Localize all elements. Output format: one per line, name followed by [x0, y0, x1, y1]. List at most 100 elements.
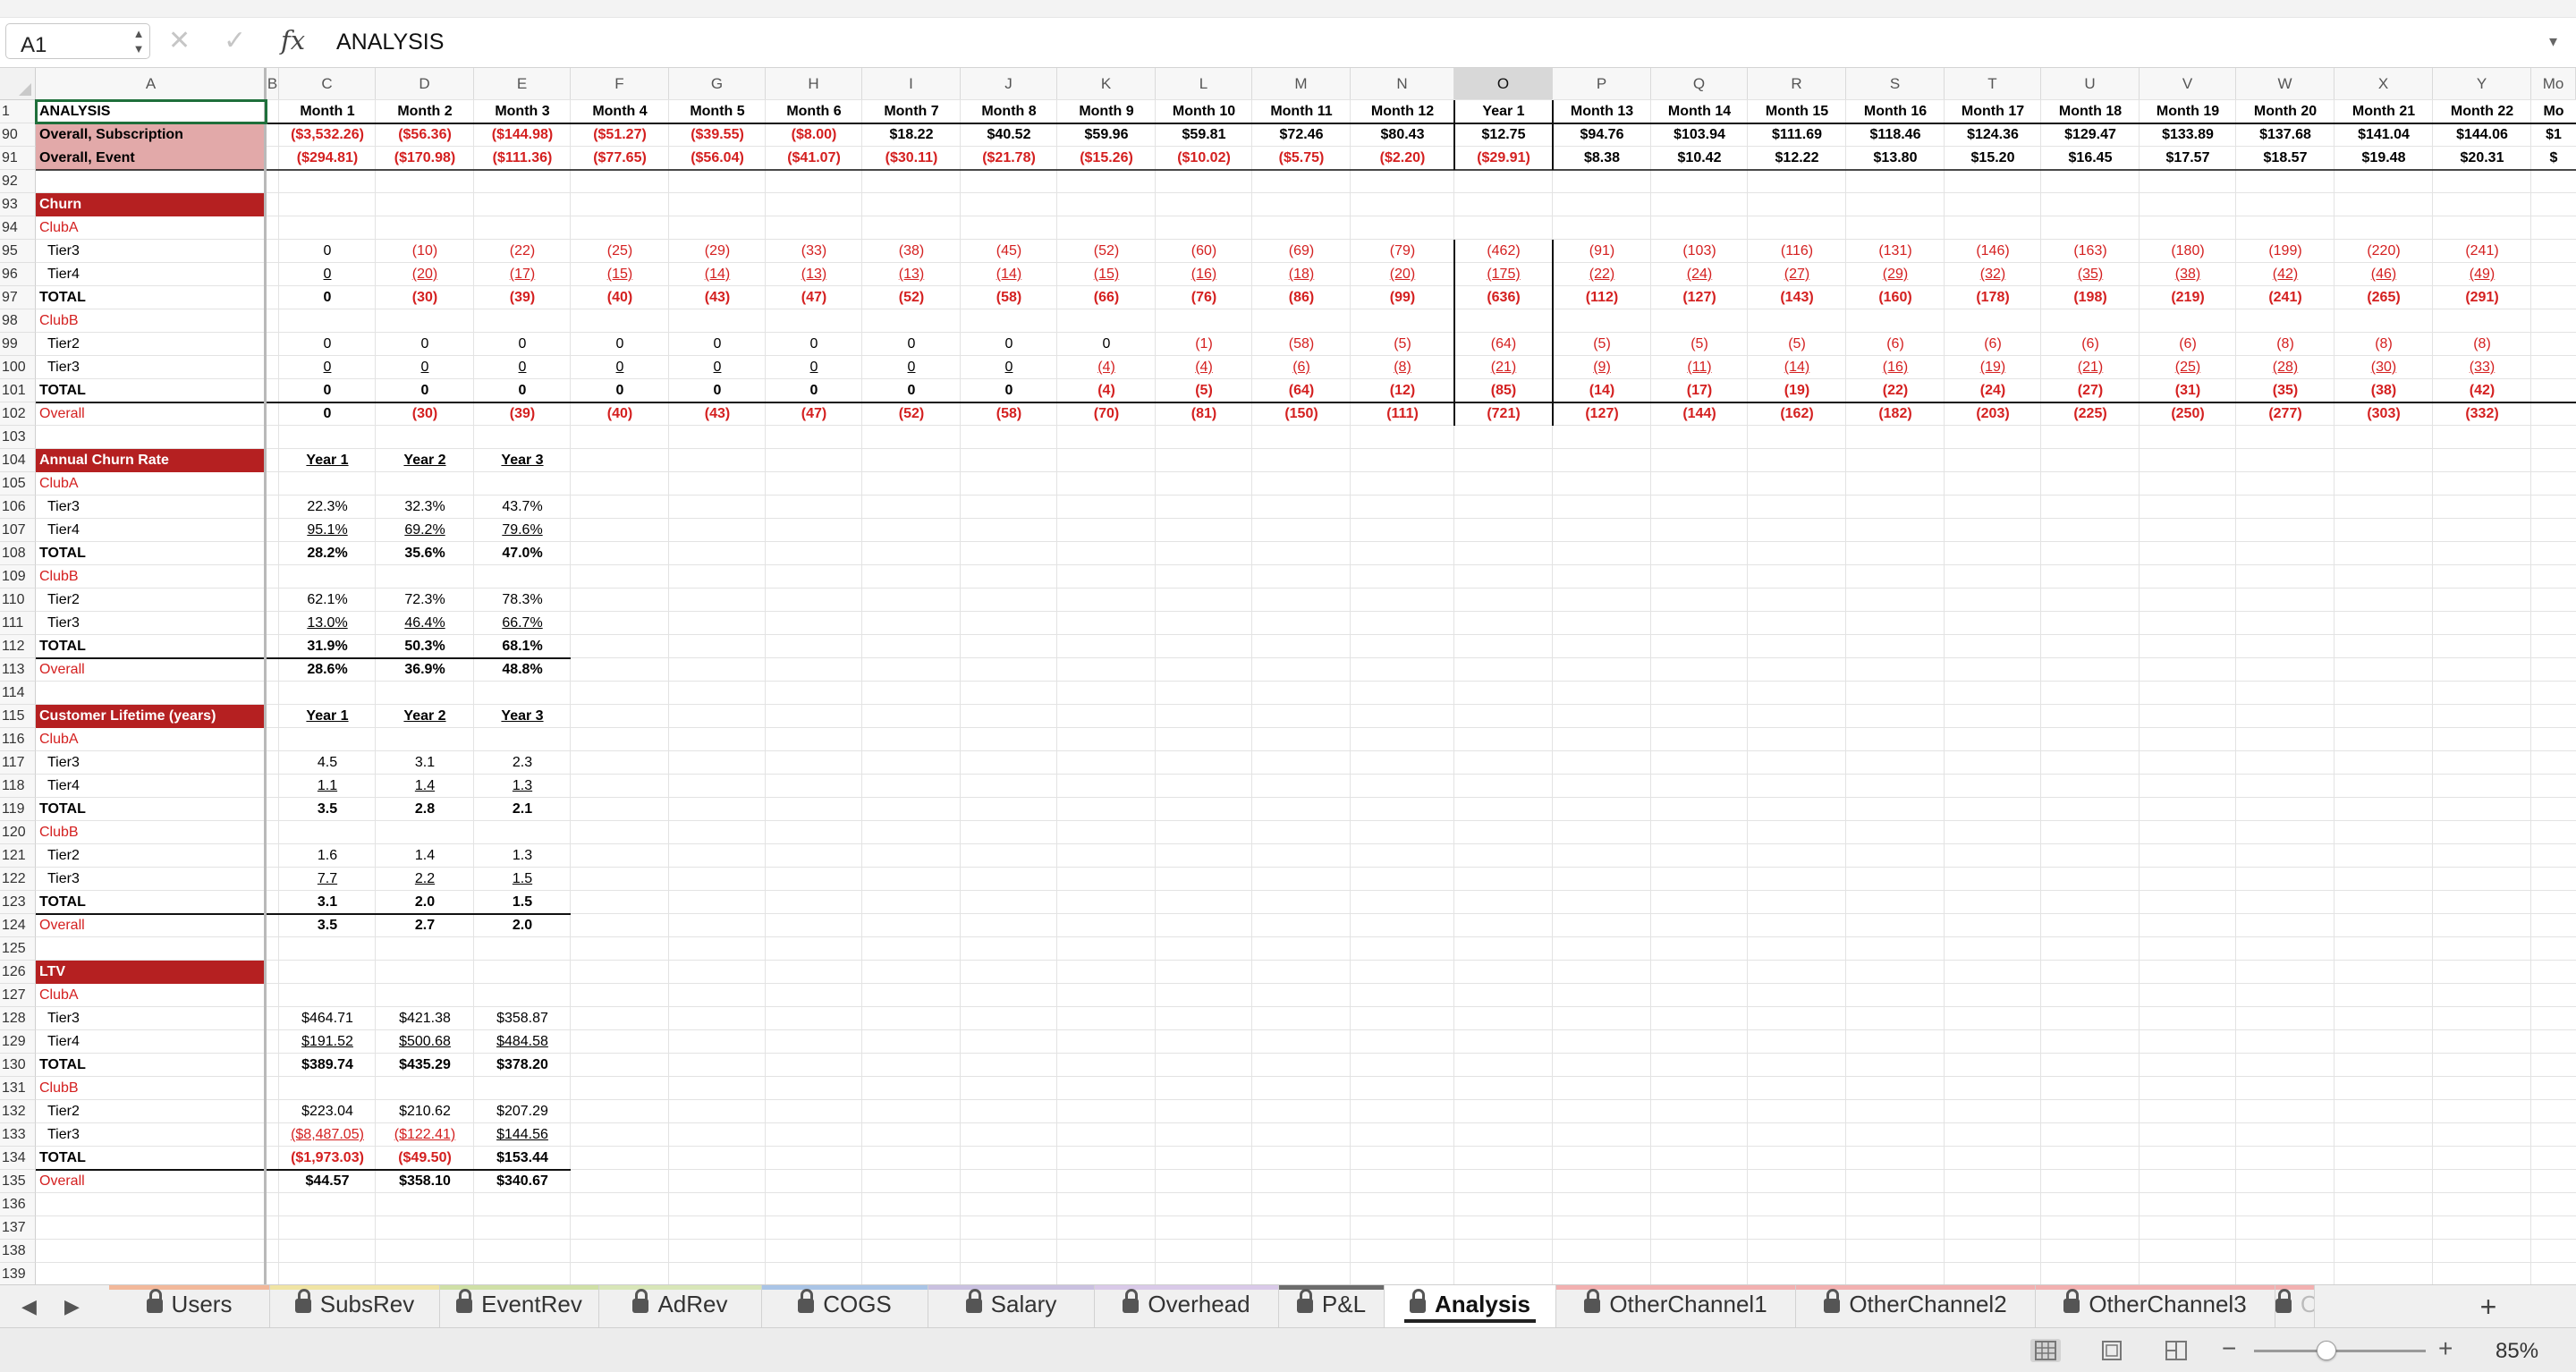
row-label-cell[interactable]: Tier2: [36, 844, 264, 868]
data-cell[interactable]: Month 7: [862, 100, 961, 123]
sheet-tab-users[interactable]: Users: [109, 1285, 270, 1328]
data-cell[interactable]: (79): [1351, 240, 1454, 263]
data-cell[interactable]: 0: [669, 356, 766, 379]
row-label-cell[interactable]: [36, 1263, 264, 1286]
data-cell[interactable]: (220): [2334, 240, 2433, 263]
data-cell[interactable]: Month 13: [1553, 100, 1651, 123]
data-cell[interactable]: (19): [1945, 356, 2041, 379]
row-header[interactable]: 90: [0, 123, 36, 147]
data-cell[interactable]: $103.94: [1651, 123, 1748, 147]
data-cell[interactable]: $8.38: [1553, 147, 1651, 170]
row-header[interactable]: 100: [0, 356, 36, 379]
row-label-cell[interactable]: ClubB: [36, 565, 264, 589]
data-cell[interactable]: $223.04: [279, 1100, 376, 1123]
data-cell[interactable]: 3.1: [376, 751, 474, 775]
row-label-cell[interactable]: ANALYSIS: [36, 100, 264, 123]
data-cell[interactable]: (29): [669, 240, 766, 263]
row-header[interactable]: 108: [0, 542, 36, 565]
row-label-cell[interactable]: TOTAL: [36, 891, 264, 914]
data-cell[interactable]: (86): [1252, 286, 1351, 309]
row-label-cell[interactable]: ClubA: [36, 728, 264, 751]
data-cell[interactable]: (22): [1846, 379, 1945, 402]
data-cell[interactable]: $12.22: [1748, 147, 1846, 170]
data-cell[interactable]: $72.46: [1252, 123, 1351, 147]
row-header[interactable]: 95: [0, 240, 36, 263]
data-cell[interactable]: 0: [474, 333, 571, 356]
data-cell[interactable]: 1.3: [474, 775, 571, 798]
data-cell[interactable]: (32): [1945, 263, 2041, 286]
row-label-cell[interactable]: TOTAL: [36, 798, 264, 821]
data-cell[interactable]: (24): [1651, 263, 1748, 286]
data-cell[interactable]: $17.57: [2140, 147, 2236, 170]
row-header[interactable]: 125: [0, 937, 36, 961]
data-cell[interactable]: (49): [2433, 263, 2531, 286]
data-cell[interactable]: (52): [862, 286, 961, 309]
data-cell[interactable]: $12.75: [1454, 123, 1553, 147]
data-cell[interactable]: 0: [571, 333, 669, 356]
data-cell[interactable]: (27): [1748, 263, 1846, 286]
data-cell[interactable]: (45): [961, 240, 1057, 263]
data-cell[interactable]: 47.0%: [474, 542, 571, 565]
data-cell[interactable]: 62.1%: [279, 589, 376, 612]
data-cell[interactable]: 72.3%: [376, 589, 474, 612]
row-label-cell[interactable]: LTV: [36, 961, 264, 984]
data-cell[interactable]: ($39.55): [669, 123, 766, 147]
row-header[interactable]: 129: [0, 1030, 36, 1054]
data-cell[interactable]: Month 9: [1057, 100, 1156, 123]
data-cell[interactable]: 0: [961, 356, 1057, 379]
data-cell[interactable]: 0: [279, 402, 376, 426]
data-cell[interactable]: 0: [862, 379, 961, 402]
row-label-cell[interactable]: TOTAL: [36, 1054, 264, 1077]
data-cell[interactable]: (1): [1156, 333, 1252, 356]
data-cell[interactable]: (12): [1351, 379, 1454, 402]
row-header[interactable]: 106: [0, 495, 36, 519]
row-label-cell[interactable]: Tier3: [36, 1007, 264, 1030]
data-cell[interactable]: 13.0%: [279, 612, 376, 635]
data-cell[interactable]: (127): [1651, 286, 1748, 309]
data-cell[interactable]: (22): [1553, 263, 1651, 286]
data-cell[interactable]: 0: [862, 356, 961, 379]
page-break-icon[interactable]: [2161, 1339, 2191, 1362]
data-cell[interactable]: 0: [279, 333, 376, 356]
data-cell[interactable]: (39): [474, 402, 571, 426]
data-cell[interactable]: ($10.02): [1156, 147, 1252, 170]
row-header[interactable]: 107: [0, 519, 36, 542]
row-header[interactable]: 127: [0, 984, 36, 1007]
sheet-tab-otherchannel2[interactable]: OtherChannel2: [1796, 1285, 2036, 1328]
sheet-tab-cogs[interactable]: COGS: [762, 1285, 928, 1328]
data-cell[interactable]: 0: [376, 379, 474, 402]
data-cell[interactable]: 35.6%: [376, 542, 474, 565]
data-cell[interactable]: ($2.20): [1351, 147, 1454, 170]
zoom-slider-track[interactable]: [2254, 1350, 2426, 1352]
data-cell[interactable]: 31.9%: [279, 635, 376, 658]
sheet-tab-o[interactable]: O: [2275, 1285, 2315, 1328]
data-cell[interactable]: (28): [2236, 356, 2334, 379]
data-cell[interactable]: 3.5: [279, 914, 376, 937]
data-cell[interactable]: ($15.26): [1057, 147, 1156, 170]
row-label-cell[interactable]: Annual Churn Rate: [36, 449, 264, 472]
data-cell[interactable]: (5): [1553, 333, 1651, 356]
row-label-cell[interactable]: Tier3: [36, 495, 264, 519]
data-cell[interactable]: 0: [571, 379, 669, 402]
data-cell[interactable]: $15.20: [1945, 147, 2041, 170]
row-header[interactable]: 122: [0, 868, 36, 891]
row-header[interactable]: 109: [0, 565, 36, 589]
data-cell[interactable]: (66): [1057, 286, 1156, 309]
row-header[interactable]: 139: [0, 1263, 36, 1286]
data-cell[interactable]: 50.3%: [376, 635, 474, 658]
row-label-cell[interactable]: Tier4: [36, 775, 264, 798]
row-header[interactable]: 103: [0, 426, 36, 449]
data-cell[interactable]: $1: [2531, 123, 2576, 147]
data-cell[interactable]: 0: [669, 333, 766, 356]
data-cell[interactable]: 48.8%: [474, 658, 571, 682]
sheet-tab-adrev[interactable]: AdRev: [599, 1285, 762, 1328]
sheet-tab-overhead[interactable]: Overhead: [1095, 1285, 1279, 1328]
row-label-cell[interactable]: [36, 937, 264, 961]
data-cell[interactable]: $118.46: [1846, 123, 1945, 147]
data-cell[interactable]: ($49.50): [376, 1147, 474, 1170]
data-cell[interactable]: 1.5: [474, 868, 571, 891]
data-cell[interactable]: (58): [1252, 333, 1351, 356]
data-cell[interactable]: 66.7%: [474, 612, 571, 635]
data-cell[interactable]: ($3,532.26): [279, 123, 376, 147]
sheet-tab-otherchannel1[interactable]: OtherChannel1: [1556, 1285, 1796, 1328]
